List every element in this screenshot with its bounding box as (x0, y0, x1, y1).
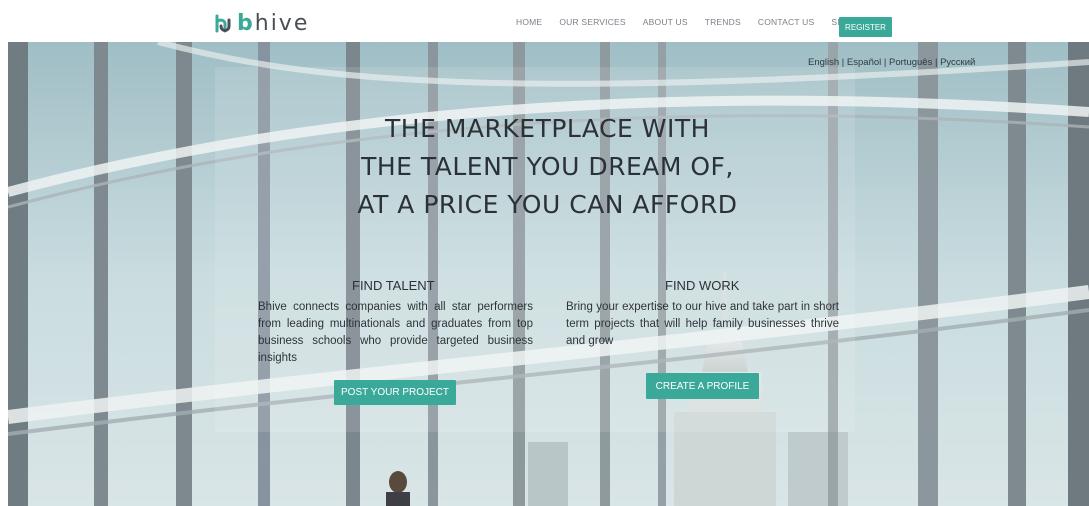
logo-text: bhive (237, 11, 310, 36)
lang-english[interactable]: English (808, 57, 839, 68)
nav-trends[interactable]: TRENDS (705, 17, 741, 27)
top-navbar: bhive HOME OUR SERVICES ABOUT US TRENDS … (0, 0, 1089, 42)
find-talent-text: Bhive connects companies with all star p… (258, 301, 533, 364)
nav-contact-us[interactable]: CONTACT US (758, 17, 814, 27)
headline-line-2: THE TALENT YOU DREAM OF, (361, 152, 734, 181)
post-your-project-button[interactable]: POST YOUR PROJECT (334, 380, 456, 405)
headline-line-3: AT A PRICE YOU CAN AFFORD (357, 190, 738, 219)
main-nav: HOME OUR SERVICES ABOUT US TRENDS CONTAC… (516, 17, 881, 27)
find-talent-title: FIND TALENT (352, 278, 435, 293)
language-selector: English | Español | Português | Русский (808, 57, 976, 68)
headline-line-1: THE MARKETPLACE WITH (385, 114, 710, 143)
hero-headline: THE MARKETPLACE WITH THE TALENT YOU DREA… (300, 110, 795, 224)
lang-espanol[interactable]: Español (847, 57, 881, 68)
nav-our-services[interactable]: OUR SERVICES (559, 17, 625, 27)
page: bhive HOME OUR SERVICES ABOUT US TRENDS … (0, 0, 1089, 506)
find-work-title: FIND WORK (665, 278, 740, 293)
find-work-text: Bring your expertise to our hive and tak… (566, 301, 839, 347)
lang-russian[interactable]: Русский (940, 57, 975, 68)
create-a-profile-button[interactable]: CREATE A PROFILE (646, 373, 759, 399)
bhive-logo-icon (215, 14, 231, 33)
register-button[interactable]: REGISTER (839, 17, 892, 37)
nav-about-us[interactable]: ABOUT US (643, 17, 688, 27)
lang-portugues[interactable]: Português (889, 57, 932, 68)
nav-home[interactable]: HOME (516, 17, 542, 27)
logo[interactable]: bhive (212, 12, 309, 36)
